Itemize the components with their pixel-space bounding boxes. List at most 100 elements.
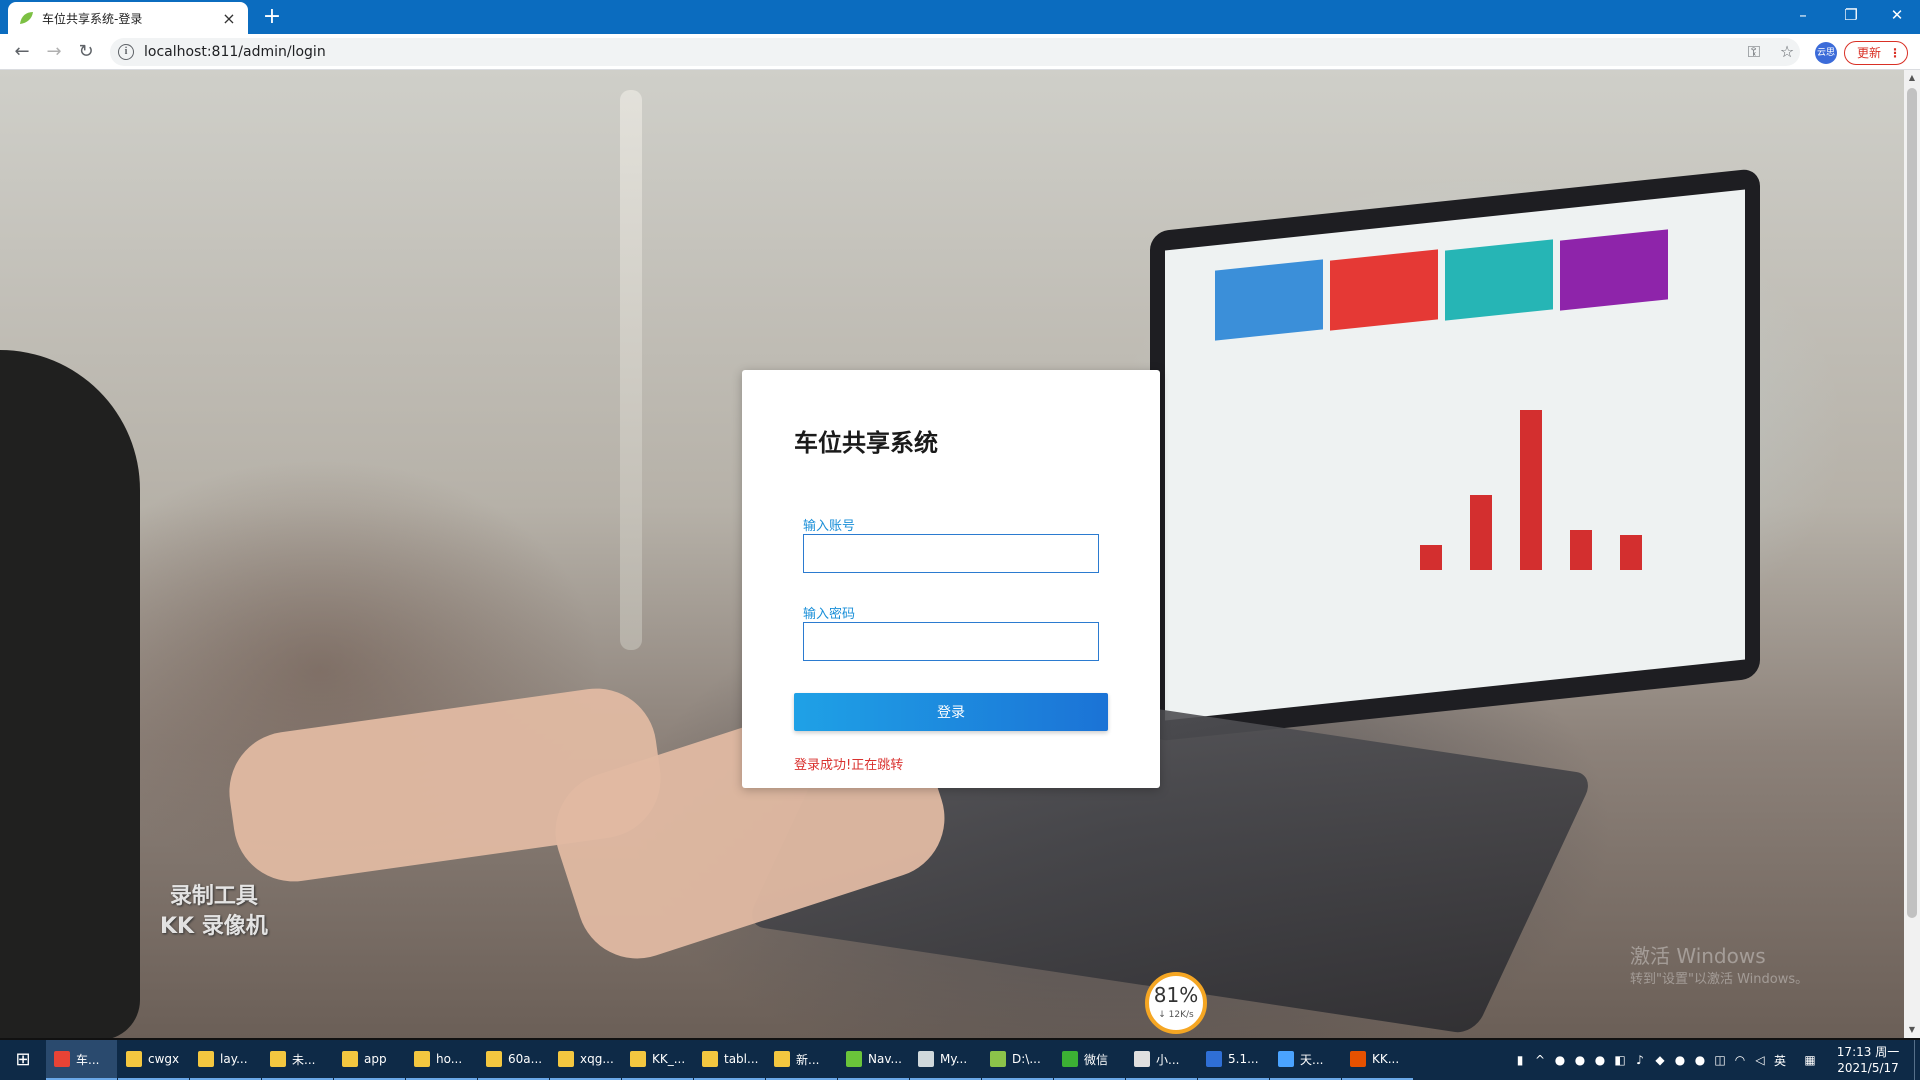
key-icon[interactable]: ⚿: [1742, 40, 1766, 64]
account-input[interactable]: [803, 534, 1099, 573]
taskbar-app[interactable]: 未...: [262, 1040, 333, 1080]
speed-percent: 81%: [1153, 983, 1199, 1007]
app-tray-icon[interactable]: ●: [1590, 1053, 1610, 1067]
taskbar-app-label: My...: [940, 1052, 968, 1066]
minimize-button[interactable]: –: [1780, 0, 1826, 34]
background-lamp: [620, 90, 642, 650]
taskbar-app[interactable]: lay...: [190, 1040, 261, 1080]
taskbar-apps: 车... cwgx lay... 未... app ho... 60a... xqg... KK…: [46, 1040, 1414, 1080]
background-card: [1330, 249, 1438, 331]
menu-dots-icon[interactable]: ⋮: [1889, 42, 1901, 64]
app-tray-icon[interactable]: ◧: [1610, 1053, 1630, 1067]
reload-icon[interactable]: ↻: [72, 38, 100, 66]
activate-title: 激活 Windows: [1630, 944, 1766, 968]
taskbar-app[interactable]: 微信: [1054, 1040, 1125, 1080]
browser-titlebar: 车位共享系统-登录 × + – ❐ ✕: [0, 0, 1920, 34]
windows-start-icon[interactable]: ⊞: [0, 1040, 46, 1080]
taskbar-app-label: ho...: [436, 1052, 463, 1066]
taskbar-app[interactable]: 车...: [46, 1040, 117, 1080]
scroll-thumb[interactable]: [1907, 88, 1917, 918]
taskbar-app-label: 小...: [1156, 1052, 1180, 1067]
show-desktop-button[interactable]: [1914, 1040, 1920, 1080]
app-tray-icon[interactable]: ●: [1670, 1053, 1690, 1067]
address-bar[interactable]: i localhost:811/admin/login: [110, 38, 1800, 66]
tray-expand-icon[interactable]: ^: [1530, 1053, 1550, 1067]
password-input[interactable]: [803, 622, 1099, 661]
activate-sub: 转到"设置"以激活 Windows。: [1630, 972, 1809, 987]
taskbar-app[interactable]: 60a...: [478, 1040, 549, 1080]
taskbar-app-label: tabl...: [724, 1052, 759, 1066]
taskbar-app-label: 未...: [292, 1052, 316, 1067]
clock-time: 17:13 周一: [1836, 1045, 1900, 1059]
forward-arrow-icon[interactable]: →: [40, 38, 68, 66]
taskbar-app[interactable]: 小...: [1126, 1040, 1197, 1080]
taskbar-app[interactable]: 天...: [1270, 1040, 1341, 1080]
taskbar-app-label: KK_...: [652, 1052, 686, 1066]
battery-icon[interactable]: ▮: [1510, 1053, 1530, 1067]
scroll-up-icon[interactable]: ▲: [1904, 70, 1920, 86]
new-tab-button[interactable]: +: [258, 3, 286, 31]
taskbar-app[interactable]: app: [334, 1040, 405, 1080]
bell-icon[interactable]: ♪: [1630, 1053, 1650, 1067]
taskbar-app[interactable]: My...: [910, 1040, 981, 1080]
taskbar-app[interactable]: D:\...: [982, 1040, 1053, 1080]
taskbar-app[interactable]: xqg...: [550, 1040, 621, 1080]
background-bar: [1570, 530, 1592, 570]
system-title: 车位共享系统: [794, 429, 938, 457]
url-text[interactable]: localhost:811/admin/login: [144, 44, 326, 60]
taskbar-app[interactable]: KK...: [1342, 1040, 1413, 1080]
wifi-icon[interactable]: ◠: [1730, 1053, 1750, 1067]
taskbar-app[interactable]: 新...: [766, 1040, 837, 1080]
scroll-down-icon[interactable]: ▼: [1904, 1022, 1920, 1038]
taskbar-app[interactable]: 5.1...: [1198, 1040, 1269, 1080]
browser-tab[interactable]: 车位共享系统-登录 ×: [8, 2, 248, 34]
network-speed-badge[interactable]: 81% ↓ 12K/s: [1145, 972, 1207, 1034]
app-icon: [774, 1051, 790, 1067]
taskbar-app[interactable]: tabl...: [694, 1040, 765, 1080]
tab-close-icon[interactable]: ×: [220, 9, 238, 28]
recorder-line-2: KK 录像机: [160, 914, 268, 939]
restore-button[interactable]: ❐: [1828, 0, 1874, 34]
taskbar-app-label: KK...: [1372, 1052, 1400, 1066]
app-tray-icon[interactable]: ●: [1570, 1053, 1590, 1067]
browser-toolbar: ← → ↻ i localhost:811/admin/login ⚿ ☆ 云思…: [0, 34, 1920, 70]
bookmark-star-icon[interactable]: ☆: [1775, 40, 1799, 64]
volume-icon[interactable]: ◁: [1750, 1053, 1770, 1067]
network-icon[interactable]: ◫: [1710, 1053, 1730, 1067]
background-bar: [1520, 410, 1542, 570]
login-button[interactable]: 登录: [794, 693, 1108, 731]
update-button[interactable]: 更新 ⋮: [1844, 41, 1908, 65]
app-icon: [1350, 1051, 1366, 1067]
site-info-icon[interactable]: i: [118, 44, 134, 60]
back-arrow-icon[interactable]: ←: [8, 38, 36, 66]
clock[interactable]: 17:13 周一 2021/5/17: [1828, 1044, 1908, 1076]
taskbar-app-label: app: [364, 1052, 387, 1066]
clock-date: 2021/5/17: [1837, 1061, 1899, 1075]
taskbar-app[interactable]: Nav...: [838, 1040, 909, 1080]
background-arm: [0, 350, 140, 1038]
app-icon: [918, 1051, 934, 1067]
app-icon: [1206, 1051, 1222, 1067]
status-message: 登录成功!正在跳转: [794, 758, 904, 773]
taskbar-app[interactable]: cwgx: [118, 1040, 189, 1080]
background-bar: [1420, 545, 1442, 570]
taskbar-app[interactable]: KK_...: [622, 1040, 693, 1080]
keyboard-icon[interactable]: ▦: [1800, 1053, 1820, 1067]
app-icon: [702, 1051, 718, 1067]
wechat-tray-icon[interactable]: ●: [1690, 1053, 1710, 1067]
background-bar-chart: [1420, 400, 1660, 570]
page-scrollbar[interactable]: ▲ ▼: [1904, 70, 1920, 1038]
taskbar-app-label: 新...: [796, 1052, 820, 1067]
app-icon: [1134, 1051, 1150, 1067]
password-label: 输入密码: [803, 607, 856, 622]
app-icon: [630, 1051, 646, 1067]
shield-icon[interactable]: ◆: [1650, 1053, 1670, 1067]
app-icon: [990, 1051, 1006, 1067]
app-tray-icon[interactable]: ●: [1550, 1053, 1570, 1067]
close-window-button[interactable]: ✕: [1874, 0, 1920, 34]
background-bar: [1470, 495, 1492, 570]
profile-avatar[interactable]: 云思: [1815, 42, 1837, 64]
taskbar-app[interactable]: ho...: [406, 1040, 477, 1080]
app-icon: [486, 1051, 502, 1067]
ime-indicator[interactable]: 英: [1770, 1052, 1790, 1069]
